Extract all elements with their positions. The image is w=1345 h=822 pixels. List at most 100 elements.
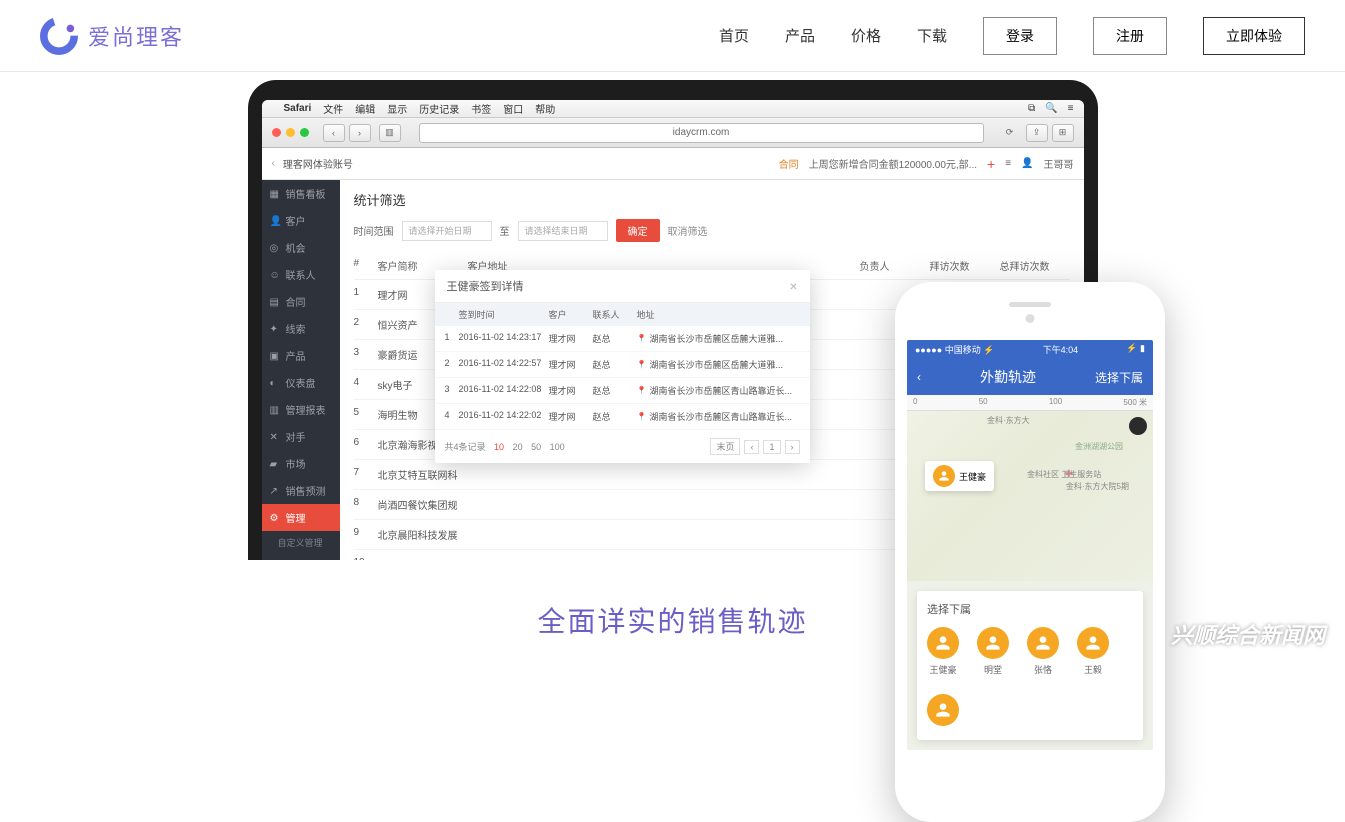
register-button[interactable]: 注册	[1093, 17, 1167, 55]
last-page-button[interactable]: 末页	[710, 438, 740, 455]
menu-history[interactable]: 历史记录	[419, 101, 459, 116]
sidebar-item-customer[interactable]: 👤客户	[262, 207, 340, 234]
col-total-visits: 总拜访次数	[1000, 258, 1070, 273]
trend-icon: ↗	[270, 486, 280, 496]
hero-stage: Safari 文件 编辑 显示 历史记录 书签 窗口 帮助 ⧉ 🔍 ≡	[0, 72, 1345, 560]
menu-view[interactable]: 显示	[387, 101, 407, 116]
ruler-mark: 50	[979, 397, 988, 408]
menu-file[interactable]: 文件	[323, 101, 343, 116]
carrier-label: ●●●●● 中国移动 ⚡	[915, 343, 994, 356]
lead-icon: ✦	[270, 324, 280, 334]
subordinate-item[interactable]: 张恪	[1027, 627, 1059, 676]
to-label: 至	[500, 223, 510, 238]
confirm-button[interactable]: 确定	[616, 219, 660, 242]
sidebar-item-contract[interactable]: ▤合同	[262, 288, 340, 315]
notice-text: 上周您新增合同金额120000.00元,部...	[809, 156, 977, 171]
prev-page-button[interactable]: ‹	[744, 440, 759, 454]
menu-app[interactable]: Safari	[284, 103, 312, 114]
sidebar-sub[interactable]: 自定义管理	[262, 531, 340, 554]
trial-button[interactable]: 立即体验	[1203, 17, 1305, 55]
gear-icon: ⚙	[270, 513, 280, 523]
sidebar-item-opportunity[interactable]: ◎机会	[262, 234, 340, 261]
menu-bookmarks[interactable]: 书签	[471, 101, 491, 116]
back-button[interactable]: ‹	[323, 124, 345, 142]
close-icon[interactable]	[272, 128, 281, 137]
modal-row[interactable]: 22016-11-02 14:22:57理才网赵总📍湖南省长沙市岳麓区岳麓大道雅…	[435, 352, 810, 378]
sidebar-item-manage[interactable]: ⚙管理	[262, 504, 340, 531]
sidebar-item-report-dash[interactable]: ◐仪表盘	[262, 369, 340, 396]
subordinate-item[interactable]: 明堂	[977, 627, 1009, 676]
col-time: 签到时间	[459, 308, 549, 321]
col-owner: 负责人	[860, 258, 930, 273]
sidebar-item-lead[interactable]: ✦ 线索	[262, 315, 340, 342]
person-pin[interactable]: 王健豪	[925, 461, 994, 491]
forward-button[interactable]: ›	[349, 124, 371, 142]
nav-price[interactable]: 价格	[851, 25, 881, 46]
sidebar-item-forecast[interactable]: ↗销售预测	[262, 477, 340, 504]
app-back-icon[interactable]: ‹	[272, 158, 275, 169]
end-date-input[interactable]: 请选择结束日期	[518, 221, 608, 241]
sidebar-item-competitor[interactable]: ✕对手	[262, 423, 340, 450]
minimize-icon[interactable]	[286, 128, 295, 137]
col-customer: 客户	[549, 308, 593, 321]
reload-icon[interactable]: ⟳	[1002, 124, 1018, 142]
sidebar-item-label: 市场	[286, 456, 306, 471]
nav-download[interactable]: 下载	[917, 25, 947, 46]
map-view[interactable]: 金科·东方大 金洲湖湖公园 金科社区 卫生服务站 ✚ 金科·东方大院5期 王健豪	[907, 411, 1153, 581]
sidebar-item-label: 对手	[286, 429, 306, 444]
page-size[interactable]: 100	[550, 442, 565, 452]
user-avatar-icon[interactable]: 👤	[1021, 158, 1033, 169]
modal-row[interactable]: 42016-11-02 14:22:02理才网赵总📍湖南省长沙市岳麓区青山路靠近…	[435, 404, 810, 430]
sidebar-item-reports[interactable]: ▥管理报表	[262, 396, 340, 423]
filter-row: 时间范围 请选择开始日期 至 请选择结束日期 确定 取消筛选	[354, 219, 1070, 242]
sidebar-item-label: 机会	[286, 240, 306, 255]
avatar-icon	[927, 694, 959, 726]
sidebar-item-label: 线索	[286, 321, 306, 336]
sidebar-item-product[interactable]: ▣产品	[262, 342, 340, 369]
sidebar-item-dashboard[interactable]: ▦销售看板	[262, 180, 340, 207]
sidebar-item-label: 合同	[286, 294, 306, 309]
url-bar[interactable]: idaycrm.com	[419, 123, 984, 143]
select-subordinate-link[interactable]: 选择下属	[1095, 369, 1143, 386]
brand[interactable]: 爱尚理客	[40, 17, 184, 55]
list-icon[interactable]: ≡	[1005, 158, 1011, 169]
sidebar-button[interactable]: ▥	[379, 124, 401, 142]
next-page-button[interactable]: ›	[785, 440, 800, 454]
menu-help[interactable]: 帮助	[535, 101, 555, 116]
subordinate-item[interactable]: 王毅	[1077, 627, 1109, 676]
modal-row[interactable]: 12016-11-02 14:23:17理才网赵总📍湖南省长沙市岳麓区岳麓大道雅…	[435, 326, 810, 352]
modal-row[interactable]: 32016-11-02 14:22:08理才网赵总📍湖南省长沙市岳麓区青山路靠近…	[435, 378, 810, 404]
back-icon[interactable]: ‹	[917, 370, 921, 384]
app-header: ‹ 理客网体验账号 合同 上周您新增合同金额120000.00元,部... + …	[262, 148, 1084, 180]
page-size[interactable]: 10	[494, 442, 504, 452]
sidebar-item-label: 产品	[286, 348, 306, 363]
page-size[interactable]: 20	[513, 442, 523, 452]
close-icon[interactable]: ×	[789, 278, 797, 294]
watermark: 兴顺综合新闻网	[1171, 618, 1325, 650]
subordinate-panel: 选择下属 王健豪明堂张恪王毅	[917, 591, 1143, 740]
subordinate-item[interactable]	[927, 694, 959, 730]
page-number[interactable]: 1	[763, 440, 780, 454]
menu-edit[interactable]: 编辑	[355, 101, 375, 116]
time-label: 下午4:04	[1043, 343, 1079, 356]
menu-window[interactable]: 窗口	[503, 101, 523, 116]
sidebar-item-contact[interactable]: ☺联系人	[262, 261, 340, 288]
ruler-mark: 100	[1049, 397, 1062, 408]
page-size[interactable]: 50	[531, 442, 541, 452]
sidebar-sub[interactable]: 系统管理	[262, 554, 340, 560]
start-date-input[interactable]: 请选择开始日期	[402, 221, 492, 241]
avatar-icon	[977, 627, 1009, 659]
maximize-icon[interactable]	[300, 128, 309, 137]
add-icon[interactable]: +	[987, 156, 995, 172]
nav-home[interactable]: 首页	[719, 25, 749, 46]
phone-screen: ●●●●● 中国移动 ⚡ 下午4:04 ⚡ ▮ ‹ 外勤轨迹 选择下属 0 50…	[907, 340, 1153, 750]
subordinate-item[interactable]: 王健豪	[927, 627, 959, 676]
mac-menubar: Safari 文件 编辑 显示 历史记录 书签 窗口 帮助 ⧉ 🔍 ≡	[262, 100, 1084, 118]
cancel-filter-link[interactable]: 取消筛选	[668, 223, 708, 238]
login-button[interactable]: 登录	[983, 17, 1057, 55]
col-contact: 联系人	[593, 308, 637, 321]
sidebar-item-market[interactable]: ▰市场	[262, 450, 340, 477]
share-button[interactable]: ⇪	[1026, 124, 1048, 142]
tabs-button[interactable]: ⊞	[1052, 124, 1074, 142]
nav-product[interactable]: 产品	[785, 25, 815, 46]
